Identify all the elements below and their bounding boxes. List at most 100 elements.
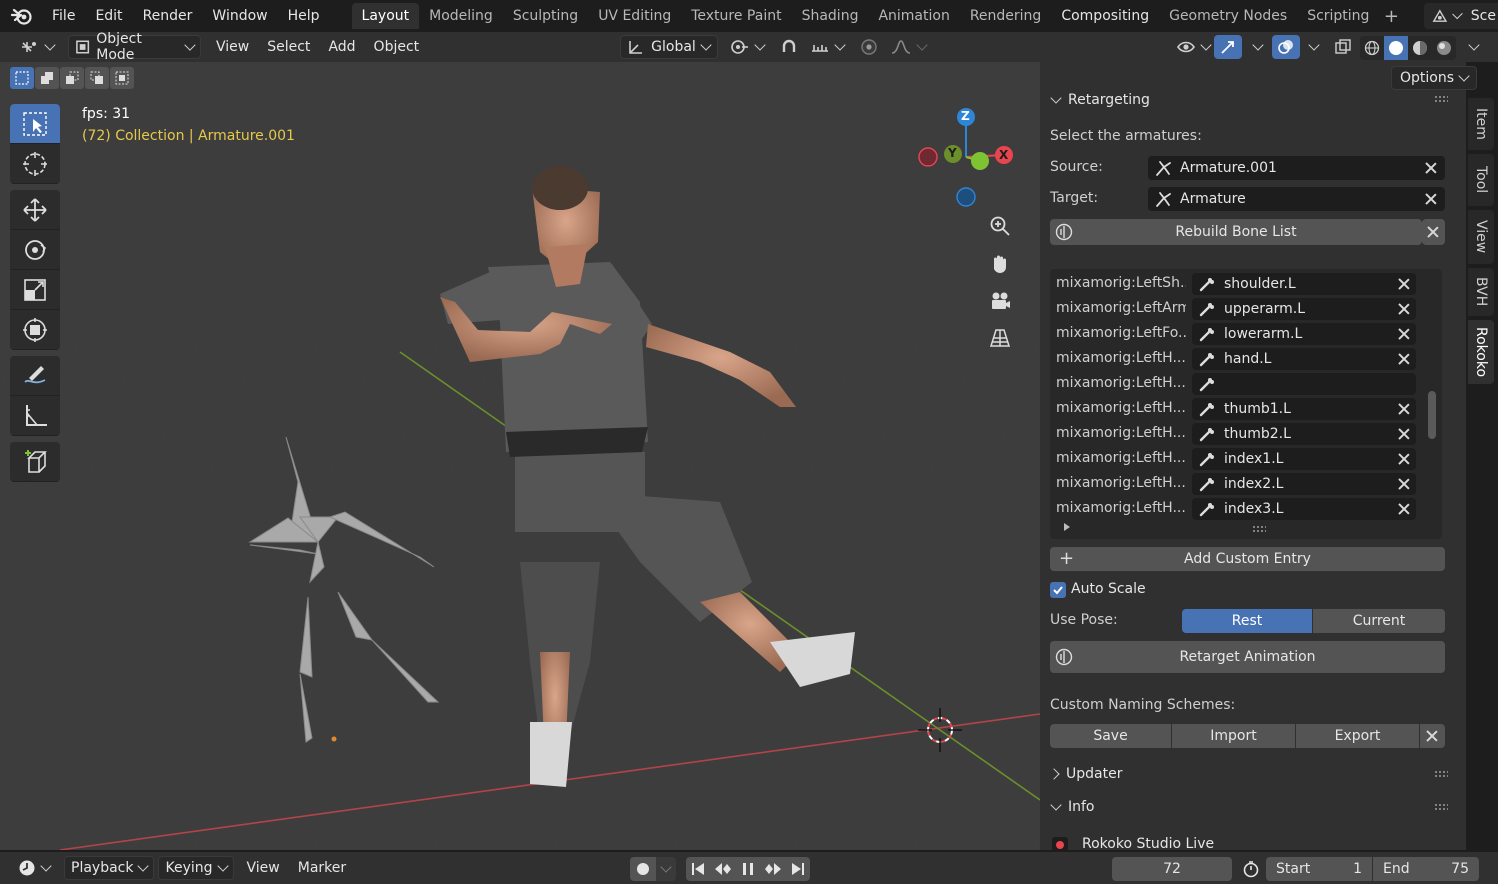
table-row[interactable]: mixamorig:LeftH... hand.L	[1050, 347, 1430, 372]
list-scrollbar[interactable]	[1428, 391, 1436, 439]
transform-tool[interactable]	[10, 310, 60, 350]
jump-start-button[interactable]	[686, 857, 710, 881]
jump-end-button[interactable]	[786, 857, 810, 881]
tab-rendering[interactable]: Rendering	[960, 3, 1052, 29]
xray-toggle[interactable]	[1328, 35, 1358, 59]
clear-bone-icon[interactable]	[1398, 278, 1410, 290]
table-row[interactable]: mixamorig:LeftFo... lowerarm.L	[1050, 322, 1430, 347]
bone-target-field[interactable]	[1192, 373, 1416, 395]
clear-bone-icon[interactable]	[1398, 453, 1410, 465]
auto-scale-checkbox[interactable]	[1050, 582, 1066, 598]
table-row[interactable]: mixamorig:LeftH... thumb1.L	[1050, 397, 1430, 422]
table-row[interactable]: mixamorig:LeftH... index2.L	[1050, 472, 1430, 497]
proportional-editing-toggle[interactable]	[854, 35, 884, 59]
menu-file[interactable]: File	[42, 2, 85, 30]
clear-bone-icon[interactable]	[1398, 478, 1410, 490]
tab-geometry-nodes[interactable]: Geometry Nodes	[1159, 3, 1297, 29]
clear-bone-icon[interactable]	[1398, 403, 1410, 415]
bone-mapping-list[interactable]: mixamorig:LeftSh... shoulder.L mixamorig…	[1050, 269, 1442, 539]
bone-target-field[interactable]: shoulder.L	[1192, 273, 1416, 295]
updater-section-header[interactable]: Updater	[1048, 762, 1448, 786]
bone-target-field[interactable]: hand.L	[1192, 348, 1416, 370]
retarget-animation-button[interactable]: Retarget Animation	[1050, 641, 1445, 673]
add-workspace-icon[interactable]: +	[1379, 6, 1403, 27]
bone-target-field[interactable]: index2.L	[1192, 473, 1416, 495]
retargeting-section-header[interactable]: Retargeting	[1048, 88, 1448, 112]
table-row[interactable]: mixamorig:LeftH... index3.L	[1050, 497, 1430, 522]
next-keyframe-button[interactable]	[760, 857, 786, 881]
rendered-shading-button[interactable]	[1432, 36, 1456, 60]
play-pause-button[interactable]	[736, 857, 760, 881]
tab-animation[interactable]: Animation	[868, 3, 959, 29]
solid-shading-button[interactable]	[1384, 36, 1408, 60]
menu-object[interactable]: Object	[365, 39, 429, 55]
options-dropdown[interactable]: Options	[1391, 66, 1478, 90]
bone-target-field[interactable]: upperarm.L	[1192, 298, 1416, 320]
select-invert-button[interactable]	[85, 67, 109, 89]
select-extend-button[interactable]	[35, 67, 59, 89]
select-subtract-button[interactable]	[60, 67, 84, 89]
bone-target-field[interactable]: index3.L	[1192, 498, 1416, 520]
menu-select[interactable]: Select	[258, 39, 319, 55]
3d-viewport[interactable]: Z Y X fps: 31 (72) Collection | Armature…	[0, 62, 1040, 850]
clear-bone-icon[interactable]	[1398, 503, 1410, 515]
keying-menu[interactable]: Keying	[158, 856, 234, 880]
timeline-editor-type-button[interactable]	[12, 856, 56, 880]
falloff-dropdown[interactable]	[884, 35, 932, 59]
bone-target-field[interactable]: lowerarm.L	[1192, 323, 1416, 345]
transform-orientation-dropdown[interactable]: Global	[620, 35, 719, 59]
clear-bone-icon[interactable]	[1398, 328, 1410, 340]
snap-target-dropdown[interactable]	[804, 35, 850, 59]
pose-current-button[interactable]: Current	[1313, 609, 1445, 633]
overlays-toggle[interactable]	[1272, 35, 1300, 59]
clear-bone-icon[interactable]	[1398, 303, 1410, 315]
clear-target-icon[interactable]	[1425, 193, 1437, 205]
move-tool[interactable]	[10, 190, 60, 230]
tab-compositing[interactable]: Compositing	[1051, 3, 1159, 29]
annotate-tool[interactable]	[10, 356, 60, 396]
snap-toggle[interactable]	[774, 35, 804, 59]
clear-bone-icon[interactable]	[1398, 428, 1410, 440]
timeline-marker-menu[interactable]: Marker	[289, 860, 355, 876]
timeline-view-menu[interactable]: View	[238, 860, 289, 876]
select-intersect-button[interactable]	[110, 67, 134, 89]
table-row[interactable]: mixamorig:LeftH...	[1050, 372, 1430, 397]
tab-rokoko[interactable]: Rokoko	[1468, 320, 1494, 384]
naming-import-button[interactable]: Import	[1172, 724, 1295, 748]
tab-sculpting[interactable]: Sculpting	[503, 3, 588, 29]
list-resize-handle-icon[interactable]	[1252, 525, 1266, 533]
clear-source-icon[interactable]	[1425, 162, 1437, 174]
clear-bone-list-button[interactable]	[1422, 219, 1445, 245]
gizmo-dropdown[interactable]	[1242, 35, 1268, 59]
cursor-tool[interactable]	[10, 144, 60, 184]
preview-range-toggle[interactable]	[1238, 857, 1264, 881]
table-row[interactable]: mixamorig:LeftH... index1.L	[1050, 447, 1430, 472]
source-armature-field[interactable]: Armature.001	[1148, 156, 1445, 180]
bone-target-field[interactable]: thumb2.L	[1192, 423, 1416, 445]
menu-help[interactable]: Help	[278, 2, 330, 30]
pan-button[interactable]	[982, 246, 1018, 282]
zoom-button[interactable]	[982, 208, 1018, 244]
menu-view[interactable]: View	[207, 39, 258, 55]
prev-keyframe-button[interactable]	[710, 857, 736, 881]
material-shading-button[interactable]	[1408, 36, 1432, 60]
list-expand-icon[interactable]	[1064, 523, 1070, 531]
naming-export-button[interactable]: Export	[1296, 724, 1419, 748]
rebuild-bone-list-button[interactable]: Rebuild Bone List	[1050, 219, 1422, 245]
bone-target-field[interactable]: index1.L	[1192, 448, 1416, 470]
scene-selector[interactable]: Sce	[1424, 3, 1498, 29]
auto-keying-toggle[interactable]	[630, 857, 656, 881]
menu-render[interactable]: Render	[133, 2, 203, 30]
select-new-button[interactable]	[10, 67, 34, 89]
gizmo-x-label[interactable]: X	[999, 148, 1008, 162]
wireframe-shading-button[interactable]	[1360, 36, 1384, 60]
table-row[interactable]: mixamorig:LeftArm upperarm.L	[1050, 297, 1430, 322]
current-frame-field[interactable]: 72	[1112, 857, 1232, 881]
overlays-dropdown[interactable]	[1298, 35, 1324, 59]
measure-tool[interactable]	[10, 396, 60, 436]
menu-add[interactable]: Add	[319, 39, 364, 55]
tab-shading[interactable]: Shading	[792, 3, 869, 29]
drag-handle-icon[interactable]	[1434, 95, 1448, 103]
mode-dropdown[interactable]: Object Mode	[68, 31, 201, 63]
tab-modeling[interactable]: Modeling	[419, 3, 503, 29]
